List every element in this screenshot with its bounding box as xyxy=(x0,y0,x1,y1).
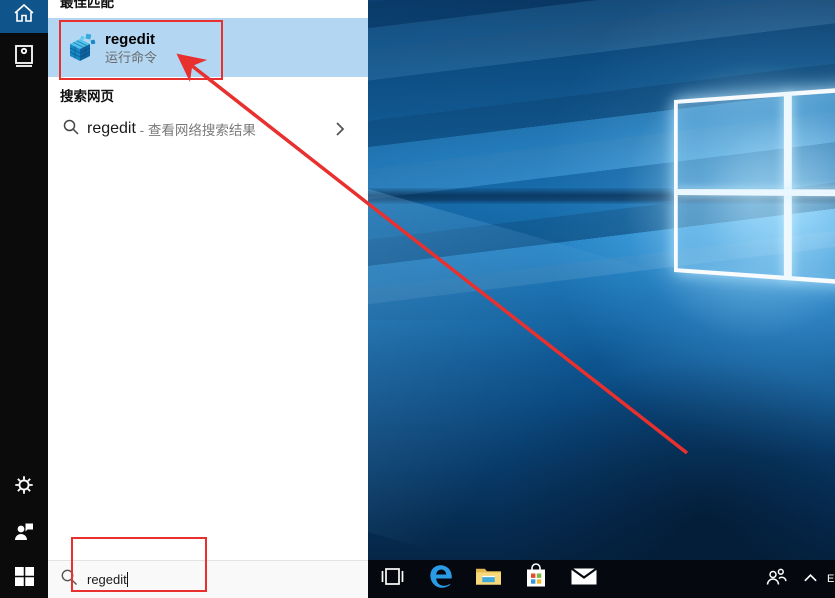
store-icon xyxy=(524,563,548,595)
windows-logo-icon xyxy=(15,567,34,591)
person-feedback-icon xyxy=(12,520,36,549)
search-panel-sidebar xyxy=(0,0,48,598)
text-caret xyxy=(127,572,128,587)
file-explorer-button[interactable] xyxy=(464,560,512,598)
chevron-right-icon[interactable] xyxy=(334,121,346,142)
web-search-result[interactable]: regedit - 查看网络搜索结果 xyxy=(48,113,368,145)
search-icon xyxy=(60,568,78,591)
store-button[interactable] xyxy=(512,560,560,598)
sidebar-item-feedback[interactable] xyxy=(0,516,48,552)
tray-language-indicator[interactable]: E xyxy=(827,560,835,598)
people-icon xyxy=(764,567,788,592)
desktop-wallpaper xyxy=(368,0,835,560)
window-vertical-bar xyxy=(784,94,792,279)
web-search-query: regedit xyxy=(87,120,136,138)
chevron-up-icon xyxy=(803,570,818,588)
search-icon xyxy=(62,118,80,141)
file-explorer-icon xyxy=(475,566,502,592)
best-match-result-regedit[interactable]: regedit 运行命令 xyxy=(48,18,368,77)
best-match-subtitle: 运行命令 xyxy=(105,49,157,66)
edge-button[interactable] xyxy=(416,560,464,598)
home-icon xyxy=(13,3,35,30)
window-horizontal-bar xyxy=(676,189,835,197)
windows-logo-window xyxy=(674,86,835,287)
people-button[interactable] xyxy=(759,560,793,598)
sidebar-item-home[interactable] xyxy=(0,0,48,33)
task-view-button[interactable] xyxy=(368,560,416,598)
notebook-icon xyxy=(13,44,35,73)
sidebar-item-notebook[interactable] xyxy=(0,40,48,76)
task-view-icon xyxy=(379,566,406,592)
best-match-header: 最佳匹配 xyxy=(60,0,114,11)
sidebar-item-settings[interactable] xyxy=(0,469,48,505)
web-search-section-header: 搜索网页 xyxy=(60,85,114,105)
web-search-suffix: - 查看网络搜索结果 xyxy=(136,119,256,139)
search-input-value[interactable]: regedit xyxy=(87,572,127,587)
search-results-panel: 最佳匹配 regedit 运行命令 搜索网页 xyxy=(48,0,368,560)
start-button[interactable] xyxy=(0,560,48,598)
gear-icon xyxy=(13,474,35,501)
edge-icon xyxy=(427,563,454,595)
mail-icon xyxy=(570,566,598,592)
wallpaper-corner-shade xyxy=(495,360,835,560)
tray-show-hidden-icons[interactable] xyxy=(793,560,827,598)
best-match-title: regedit xyxy=(105,30,157,49)
taskbar: E xyxy=(368,560,835,598)
taskbar-search-box[interactable]: regedit xyxy=(48,560,368,598)
mail-button[interactable] xyxy=(560,560,608,598)
registry-editor-icon xyxy=(64,32,96,64)
